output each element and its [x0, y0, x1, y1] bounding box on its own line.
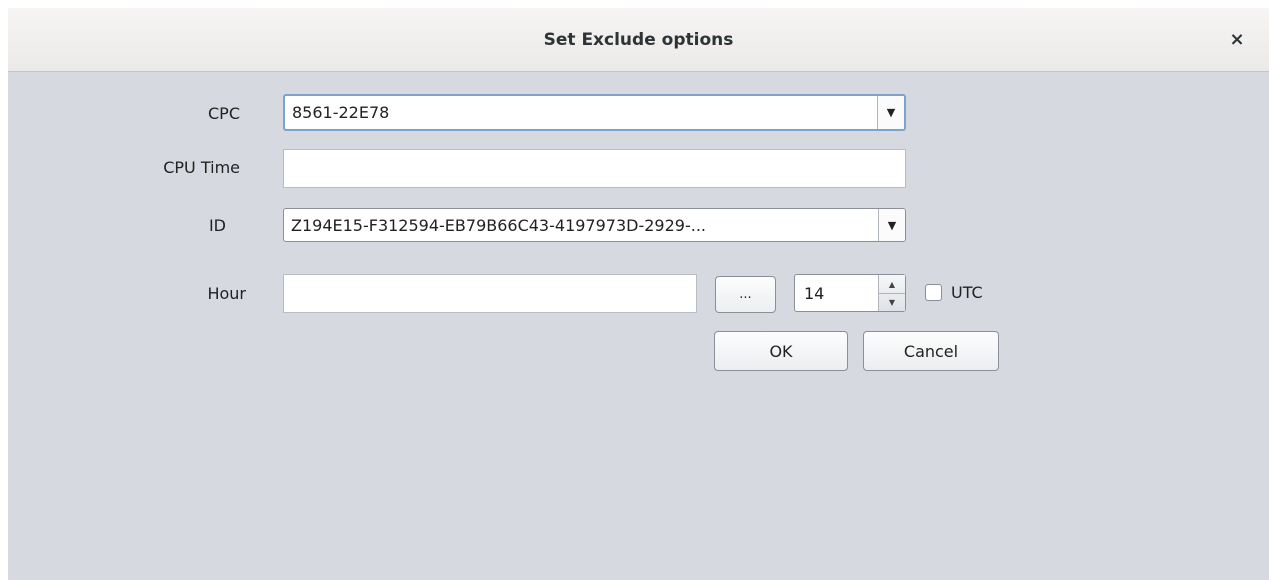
- chevron-down-icon[interactable]: ▼: [877, 96, 904, 129]
- id-combobox-value: Z194E15-F312594-EB79B66C43-4197973D-2929…: [291, 215, 706, 235]
- hour-spinner-value: 14: [804, 283, 825, 303]
- cancel-button[interactable]: Cancel: [863, 331, 999, 371]
- spinner-up-icon[interactable]: ▲: [879, 275, 905, 294]
- cpu-time-label: CPU Time: [163, 158, 240, 177]
- dialog-title: Set Exclude options: [543, 30, 734, 50]
- browse-hour-button[interactable]: ...: [715, 276, 776, 313]
- utc-checkbox[interactable]: [925, 284, 942, 301]
- spinner-arrows: ▲ ▼: [878, 275, 905, 311]
- id-label: ID: [208, 216, 226, 235]
- ok-button[interactable]: OK: [714, 331, 848, 371]
- hour-input[interactable]: [283, 274, 697, 313]
- spinner-down-icon[interactable]: ▼: [879, 293, 905, 311]
- utc-label: UTC: [951, 283, 983, 302]
- cpc-label: CPC: [208, 104, 240, 123]
- close-icon[interactable]: ×: [1225, 28, 1249, 52]
- chevron-down-icon[interactable]: ▼: [878, 209, 905, 241]
- hour-spinner[interactable]: 14 ▲ ▼: [794, 274, 906, 312]
- title-bar: Set Exclude options ×: [8, 8, 1269, 72]
- hour-label: Hour: [207, 284, 246, 303]
- set-exclude-options-dialog: Set Exclude options × CPC 8561-22E78 ▼ C…: [8, 8, 1269, 580]
- id-combobox[interactable]: Z194E15-F312594-EB79B66C43-4197973D-2929…: [283, 208, 906, 242]
- cpc-combobox[interactable]: 8561-22E78 ▼: [283, 94, 906, 131]
- cpc-combobox-value: 8561-22E78: [292, 103, 390, 122]
- cpu-time-input[interactable]: [283, 149, 906, 188]
